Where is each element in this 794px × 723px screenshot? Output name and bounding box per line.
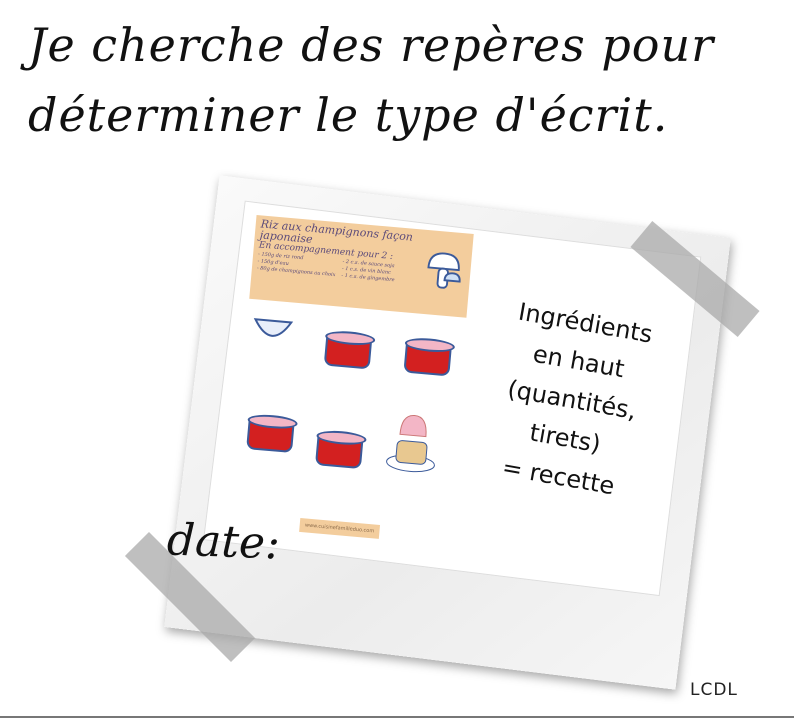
pot-icon xyxy=(323,335,373,370)
recipe-steps xyxy=(230,299,466,537)
credit: LCDL xyxy=(690,680,738,700)
title-line-2: déterminer le type d'écrit. xyxy=(28,88,669,142)
caption: Ingrédients en haut (quantités, tirets) … xyxy=(456,287,687,514)
title-line-1: Je cherche des repères pour xyxy=(28,18,715,72)
recipe-image: Riz aux champignons façon japonaise En a… xyxy=(228,215,474,553)
rice-dish-icon xyxy=(386,415,435,473)
date-label: date: xyxy=(166,514,281,570)
divider xyxy=(0,716,794,718)
bowl-icon xyxy=(253,318,294,337)
pot-icon xyxy=(314,435,364,470)
pot-icon xyxy=(403,342,452,377)
pot-icon xyxy=(246,419,295,454)
mushroom-icon xyxy=(427,252,461,289)
page-title: Je cherche des repères pour déterminer l… xyxy=(28,10,714,150)
